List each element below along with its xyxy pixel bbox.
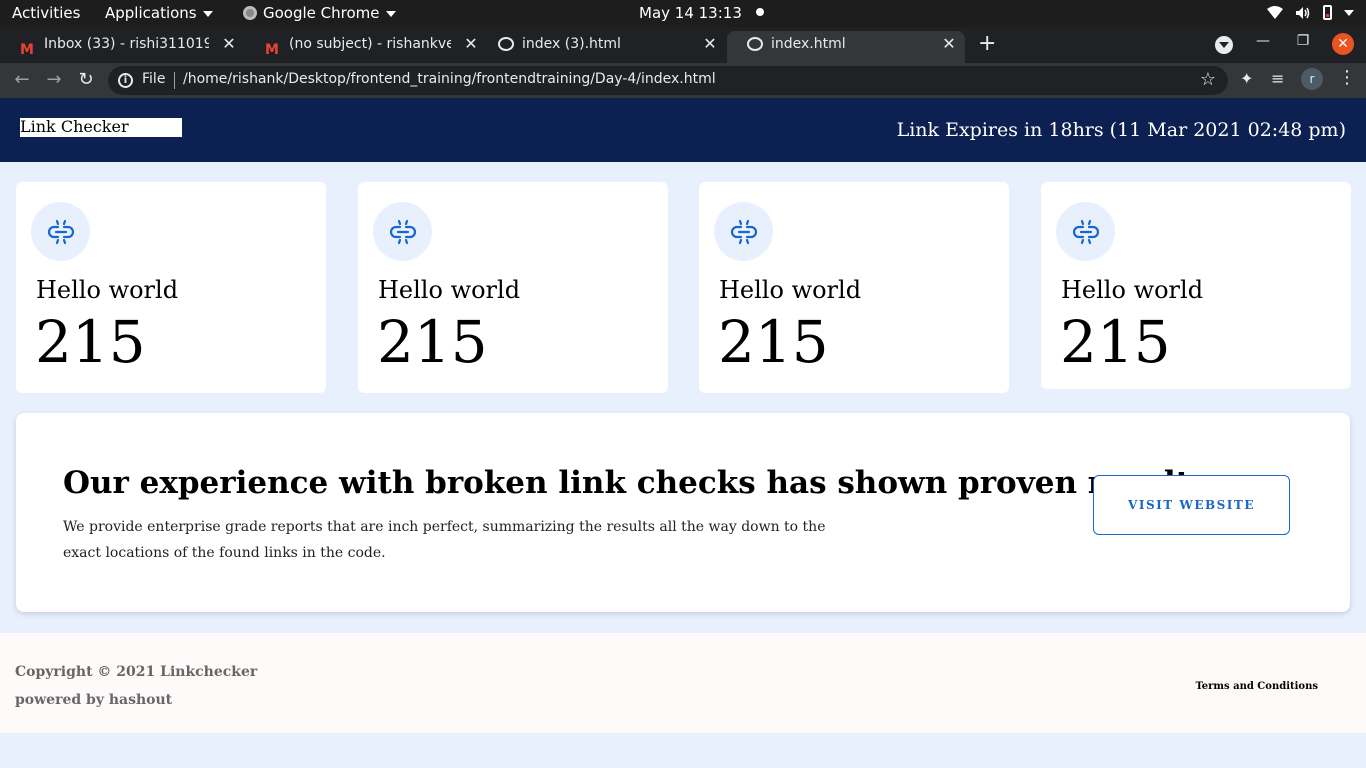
notification-dot-icon: [755, 8, 764, 16]
reload-button[interactable]: ↻: [74, 68, 98, 92]
close-icon[interactable]: ✕: [702, 31, 718, 57]
stat-card: Hello world 215: [16, 182, 326, 393]
close-icon[interactable]: ✕: [463, 31, 479, 57]
bookmark-star-icon[interactable]: ☆: [1200, 69, 1216, 90]
tab-title: index.html: [771, 36, 846, 52]
logo[interactable]: Link Checker: [20, 118, 182, 137]
tab-index-3[interactable]: index (3).html ✕: [478, 31, 726, 63]
chrome-icon: [243, 6, 257, 20]
profile-avatar[interactable]: r: [1301, 68, 1323, 90]
chevron-down-icon: [202, 10, 213, 17]
card-value: 215: [1060, 308, 1171, 376]
footer: Copyright © 2021 Linkchecker powered by …: [0, 633, 1366, 733]
activities-button[interactable]: Activities: [12, 4, 80, 22]
card-label: Hello world: [719, 276, 862, 304]
terms-link[interactable]: Terms and Conditions: [1195, 681, 1318, 692]
tab-title: index (3).html: [522, 36, 621, 52]
clock-text: May 14 13:13: [639, 4, 742, 22]
globe-icon: [498, 37, 514, 51]
copyright-text: Copyright © 2021 Linkchecker: [15, 664, 258, 680]
close-icon[interactable]: ✕: [941, 31, 957, 57]
volume-icon: [1296, 6, 1310, 19]
stat-card: Hello world 215: [1041, 182, 1351, 389]
system-top-bar: Activities Applications Google Chrome Ma…: [0, 0, 1366, 27]
clock[interactable]: May 14 13:13: [639, 4, 764, 22]
wifi-icon: [1267, 5, 1283, 19]
broken-link-icon: [31, 202, 90, 261]
globe-icon: [747, 37, 763, 51]
battery-icon: [1323, 5, 1332, 20]
media-control-icon[interactable]: ≡: [1271, 69, 1284, 88]
url-text[interactable]: /home/rishank/Desktop/frontend_training/…: [183, 71, 716, 87]
card-label: Hello world: [378, 276, 521, 304]
broken-link-icon: [714, 202, 773, 261]
powered-by-text: powered by hashout: [15, 692, 173, 708]
cta-panel: Our experience with broken link checks h…: [16, 413, 1350, 612]
card-label: Hello world: [1061, 276, 1204, 304]
divider: [174, 72, 175, 89]
browser-toolbar: ← → ↻ i File /home/rishank/Desktop/front…: [0, 63, 1366, 98]
system-tray[interactable]: [1267, 5, 1354, 20]
gmail-icon: M: [265, 42, 279, 58]
chevron-down-icon: [385, 10, 396, 17]
minimize-button[interactable]: —: [1254, 33, 1272, 53]
applications-menu[interactable]: Applications: [105, 4, 213, 22]
maximize-button[interactable]: ❐: [1294, 33, 1312, 53]
stat-card: Hello world 215: [358, 182, 668, 393]
card-value: 215: [35, 308, 146, 376]
chevron-down-icon: [1344, 9, 1354, 16]
close-window-button[interactable]: ✕: [1332, 33, 1354, 55]
tab-index-active[interactable]: index.html ✕: [727, 31, 965, 63]
broken-link-icon: [1056, 202, 1115, 261]
tab-search-button[interactable]: [1215, 36, 1233, 54]
tab-gmail-compose[interactable]: M (no subject) - rishankverm ✕: [245, 31, 487, 63]
app-menu-label: Google Chrome: [263, 4, 380, 22]
link-expiry-text: Link Expires in 18hrs (11 Mar 2021 02:48…: [896, 119, 1346, 141]
info-icon[interactable]: i: [118, 73, 133, 88]
tab-strip: M Inbox (33) - rishi31101997 ✕ M (no sub…: [0, 27, 1366, 63]
site-header: Link Checker Link Expires in 18hrs (11 M…: [0, 98, 1366, 162]
app-menu[interactable]: Google Chrome: [243, 4, 396, 22]
forward-button[interactable]: →: [42, 68, 66, 92]
extensions-puzzle-icon[interactable]: ✦: [1240, 69, 1253, 88]
gmail-icon: M: [20, 42, 34, 58]
card-value: 215: [718, 308, 829, 376]
broken-link-icon: [373, 202, 432, 261]
cta-heading: Our experience with broken link checks h…: [63, 465, 1219, 501]
new-tab-button[interactable]: +: [978, 31, 996, 57]
cta-description: We provide enterprise grade reports that…: [63, 519, 826, 561]
card-label: Hello world: [36, 276, 179, 304]
address-bar[interactable]: i File /home/rishank/Desktop/frontend_tr…: [108, 66, 1228, 95]
card-value: 215: [377, 308, 488, 376]
tab-title: (no subject) - rishankverm: [289, 36, 451, 52]
kebab-menu-icon[interactable]: ⋮: [1338, 67, 1356, 88]
protocol-label: File: [142, 71, 166, 87]
visit-website-button[interactable]: VISIT WEBSITE: [1093, 475, 1290, 535]
stat-card: Hello world 215: [699, 182, 1009, 393]
tab-gmail-inbox[interactable]: M Inbox (33) - rishi31101997 ✕: [0, 31, 245, 63]
applications-label: Applications: [105, 4, 197, 22]
close-icon[interactable]: ✕: [221, 31, 237, 57]
back-button[interactable]: ←: [10, 68, 34, 92]
tab-title: Inbox (33) - rishi31101997: [44, 36, 209, 52]
